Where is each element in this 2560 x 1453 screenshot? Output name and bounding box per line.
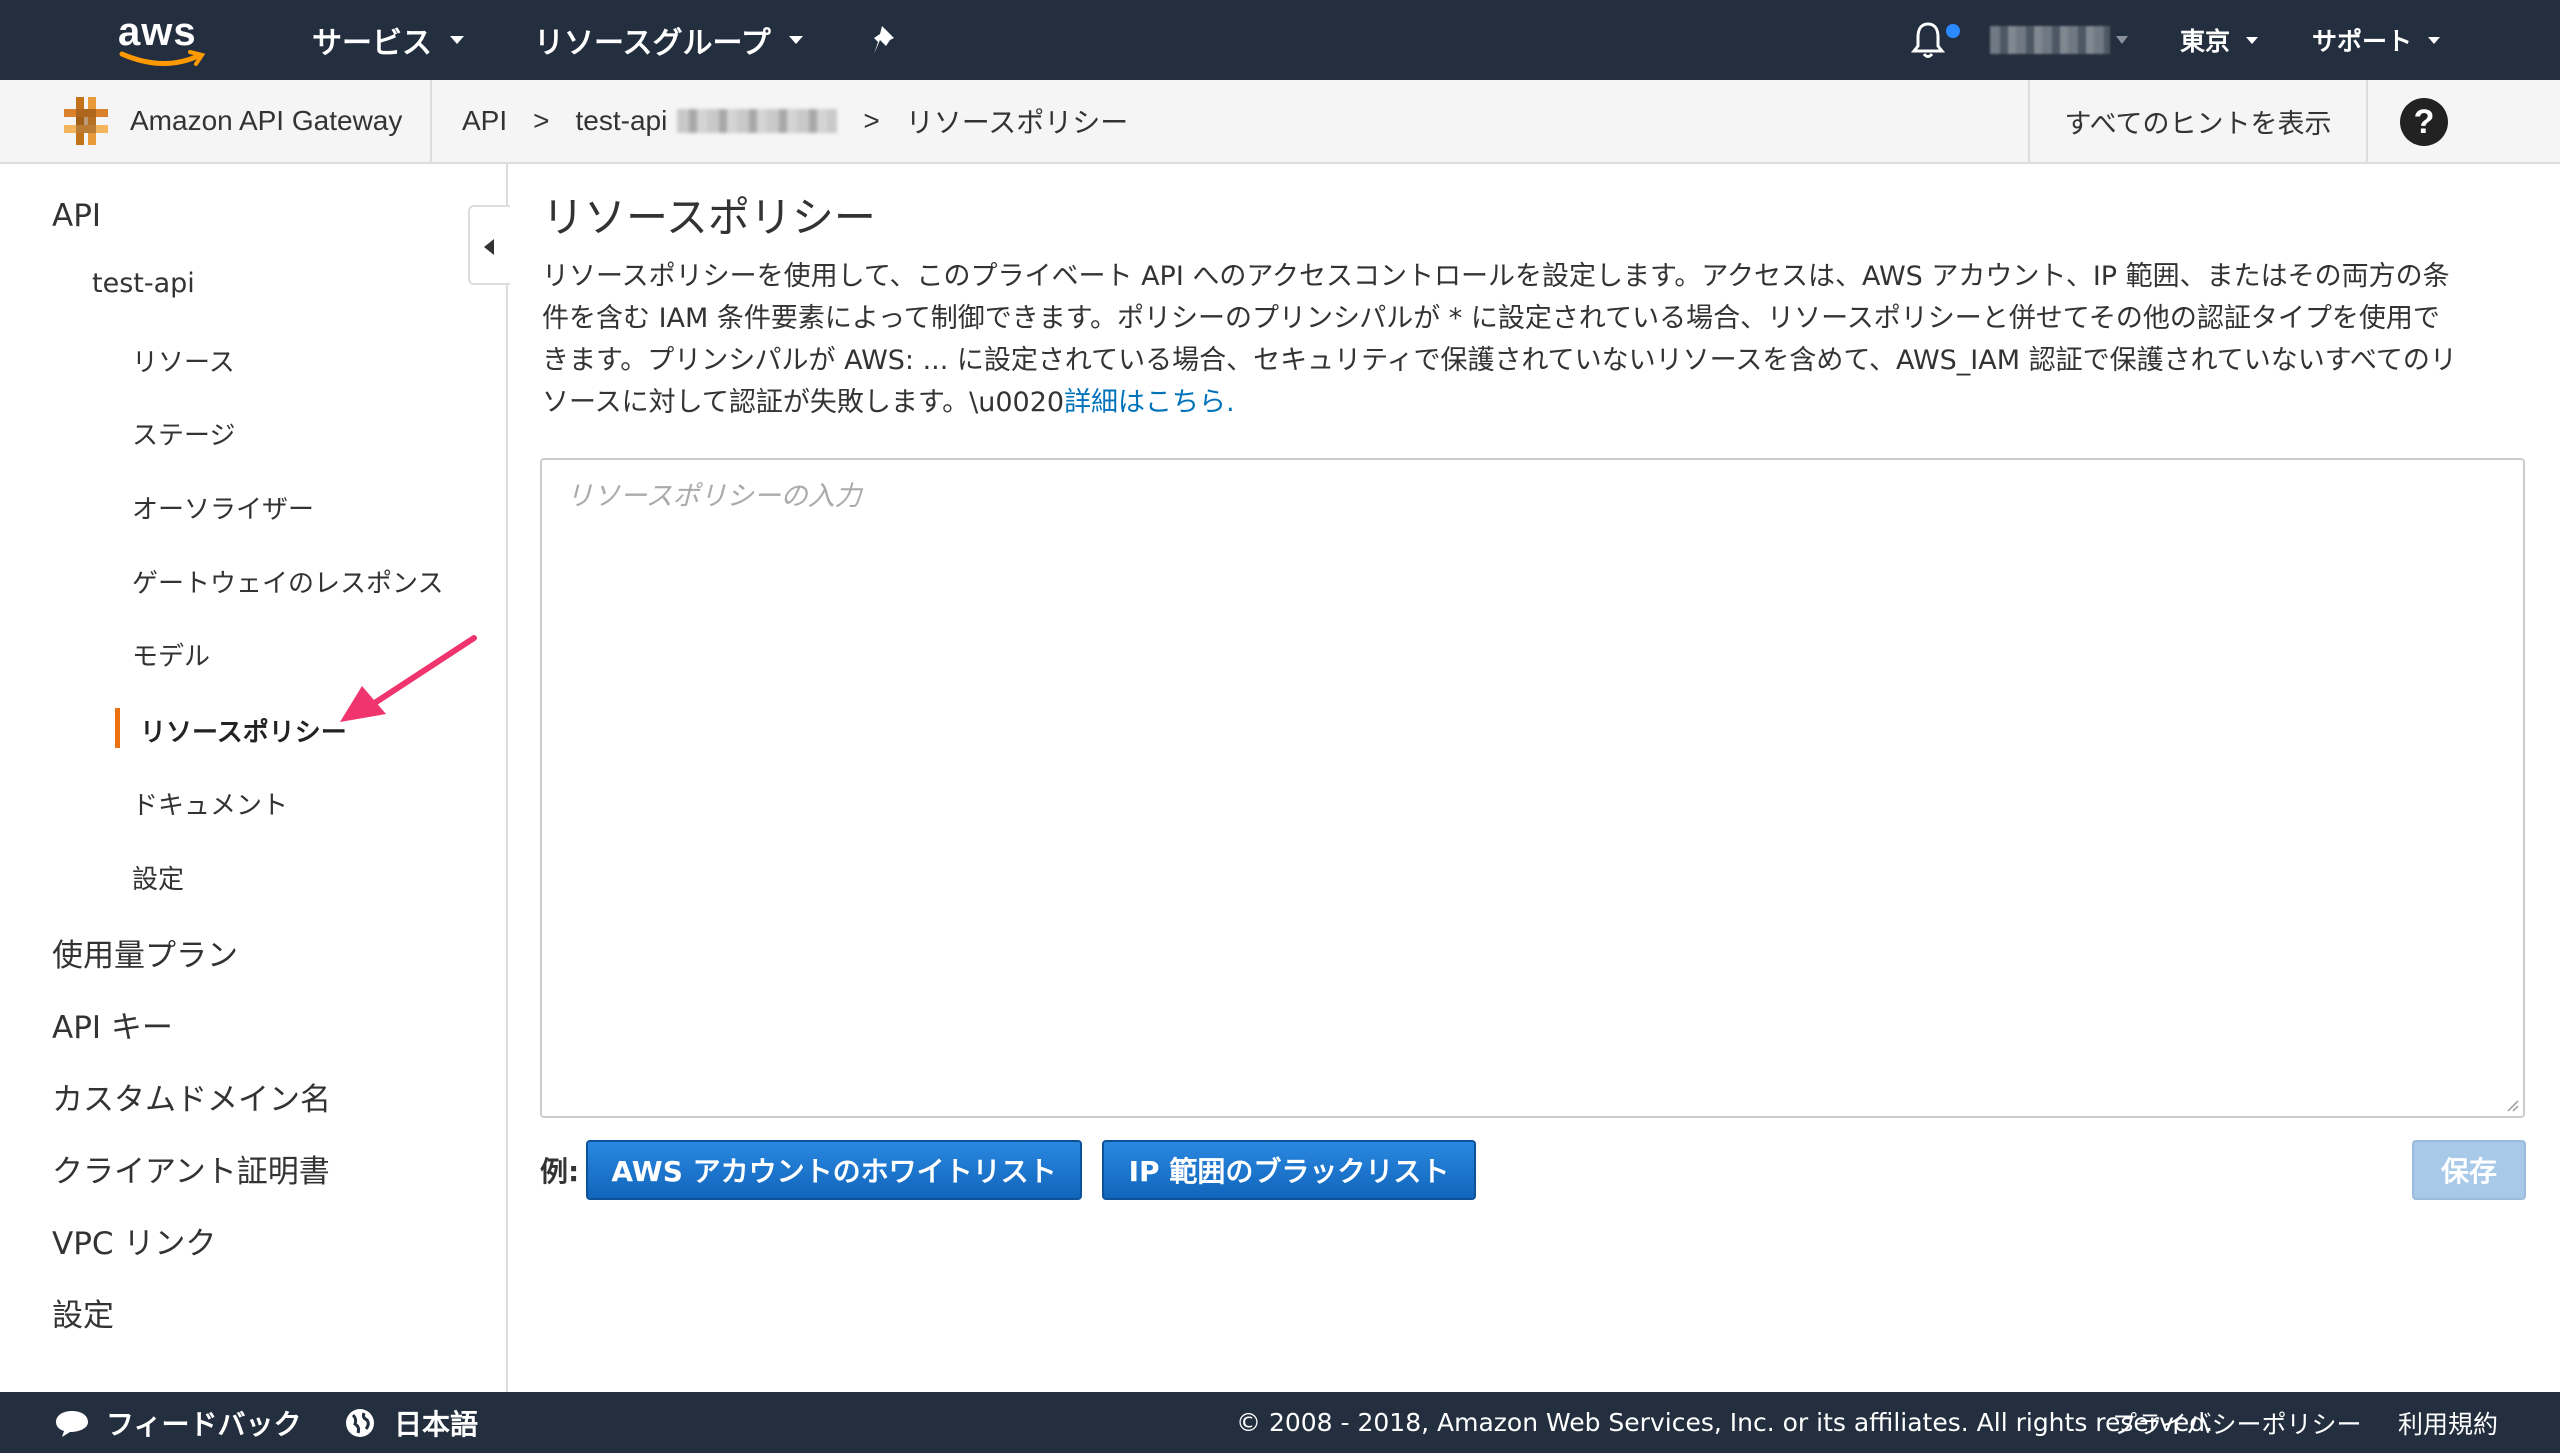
description-line: 件を含む IAM 条件要素によって制御できます。ポリシーのプリンシパルが * に… (542, 303, 2440, 334)
active-item-marker (115, 708, 120, 748)
sidebar-item-models[interactable]: モデル (132, 636, 210, 673)
support-label: サポート (2312, 27, 2413, 56)
aws-smile-icon (119, 50, 206, 67)
show-all-hints-label: すべてのヒントを表示 (2064, 108, 2332, 140)
learn-more-link[interactable]: 詳細はこちら. (1064, 387, 1235, 418)
description: リソースポリシーを使用して、このプライベート API へのアクセスコントロールを… (542, 256, 2522, 424)
support-menu[interactable]: サポート (2312, 0, 2441, 80)
sidebar: API test-api リソース ステージ オーソライザー ゲートウェイのレス… (0, 164, 508, 1392)
aws-account-whitelist-button[interactable]: AWS アカウントのホワイトリスト (586, 1140, 1082, 1200)
sidebar-item-api-settings[interactable]: 設定 (132, 859, 184, 896)
aws-logo-text: aws (118, 10, 197, 54)
service-brand[interactable]: Amazon API Gateway (30, 80, 432, 162)
service-header-bar: Amazon API Gateway API > test-api > リソース… (0, 80, 2560, 164)
language-label: 日本語 (394, 1407, 479, 1441)
resize-grip-icon[interactable] (2505, 1098, 2519, 1112)
breadcrumb-test-api[interactable]: test-api (576, 105, 668, 137)
footer: フィードバック 日本語 © 2008 - 2018, Amazon Web Se… (0, 1392, 2560, 1453)
resource-groups-label: リソースグループ (534, 26, 771, 61)
sidebar-collapse-toggle[interactable] (468, 205, 510, 285)
description-line: リソースポリシーを使用して、このプライベート API へのアクセスコントロールを… (542, 261, 2450, 292)
breadcrumb-separator: > (863, 105, 880, 136)
breadcrumb-api[interactable]: API (462, 105, 507, 137)
aws-logo[interactable]: aws (118, 10, 208, 70)
sidebar-item-vpc-links[interactable]: VPC リンク (52, 1218, 216, 1263)
save-button[interactable]: 保存 (2412, 1140, 2526, 1200)
sidebar-item-client-certificates[interactable]: クライアント証明書 (52, 1146, 330, 1191)
breadcrumb-resource-policy: リソースポリシー (905, 107, 1129, 138)
sidebar-item-documentation[interactable]: ドキュメント (132, 785, 288, 822)
chevron-down-icon (2116, 36, 2128, 44)
chevron-down-icon (2246, 36, 2259, 44)
services-label: サービス (312, 26, 432, 61)
api-gateway-icon (64, 97, 108, 145)
chevron-down-icon (450, 36, 464, 44)
service-name: Amazon API Gateway (130, 105, 403, 136)
description-line: ソースに対して認証が失敗します。\u0020 (542, 387, 1065, 418)
services-menu[interactable]: サービス (312, 0, 464, 80)
description-line: きます。プリンシパルが AWS: ... に設定されている場合、セキュリティで保… (542, 345, 2457, 376)
sidebar-item-resource-policy[interactable]: リソースポリシー (140, 712, 347, 749)
notification-dot (1946, 24, 1960, 38)
language-selector[interactable]: 日本語 (344, 1392, 478, 1453)
help-icon[interactable]: ? (2400, 98, 2448, 146)
show-all-hints-button[interactable]: すべてのヒントを表示 (2028, 80, 2368, 162)
copyright-text: © 2008 - 2018, Amazon Web Services, Inc.… (1236, 1408, 2214, 1437)
chevron-down-icon (788, 36, 803, 44)
sidebar-item-test-api[interactable]: test-api (92, 268, 195, 299)
feedback-label: フィードバック (106, 1407, 302, 1441)
examples-label: 例: (540, 1155, 580, 1188)
sidebar-item-gateway-responses[interactable]: ゲートウェイのレスポンス (132, 563, 443, 600)
region-menu[interactable]: 東京 (2180, 0, 2259, 80)
resource-policy-editor[interactable]: リソースポリシーの入力 (540, 458, 2525, 1118)
pin-icon[interactable] (872, 24, 902, 56)
sidebar-item-usage-plans[interactable]: 使用量プラン (52, 930, 238, 975)
page-title: リソースポリシー (542, 194, 876, 241)
sidebar-item-authorizers[interactable]: オーソライザー (132, 489, 314, 526)
top-navigation-bar: aws サービス リソースグループ 東京 サポート (0, 0, 2560, 80)
sidebar-item-resources[interactable]: リソース (132, 342, 235, 379)
breadcrumb: API > test-api > リソースポリシー (462, 80, 1128, 162)
privacy-policy-link[interactable]: プライバシーポリシー (2112, 1392, 2362, 1453)
breadcrumb-separator: > (533, 105, 550, 136)
region-label: 東京 (2180, 27, 2231, 56)
sidebar-item-api[interactable]: API (52, 198, 101, 234)
chevron-down-icon (2428, 36, 2441, 44)
annotation-arrow (340, 635, 477, 722)
sidebar-item-settings[interactable]: 設定 (52, 1290, 114, 1335)
redacted-api-id (677, 109, 838, 133)
sidebar-item-api-keys[interactable]: API キー (52, 1002, 173, 1047)
ip-range-blacklist-button[interactable]: IP 範囲のブラックリスト (1102, 1140, 1476, 1200)
globe-icon (346, 1408, 374, 1437)
description-last-line: ソースに対して認証が失敗します。\u0020詳細はこちら. (542, 382, 2522, 424)
sidebar-item-stages[interactable]: ステージ (132, 415, 235, 452)
account-name-redacted[interactable] (1990, 26, 2110, 54)
feedback-button[interactable]: フィードバック (54, 1392, 301, 1453)
bell-icon[interactable] (1910, 20, 1946, 60)
sidebar-item-custom-domains[interactable]: カスタムドメイン名 (52, 1074, 331, 1119)
chevron-left-icon (484, 239, 494, 255)
editor-placeholder: リソースポリシーの入力 (566, 481, 862, 512)
terms-of-use-link[interactable]: 利用規約 (2398, 1392, 2498, 1453)
speech-bubble-icon (56, 1410, 88, 1437)
resource-groups-menu[interactable]: リソースグループ (534, 0, 803, 80)
